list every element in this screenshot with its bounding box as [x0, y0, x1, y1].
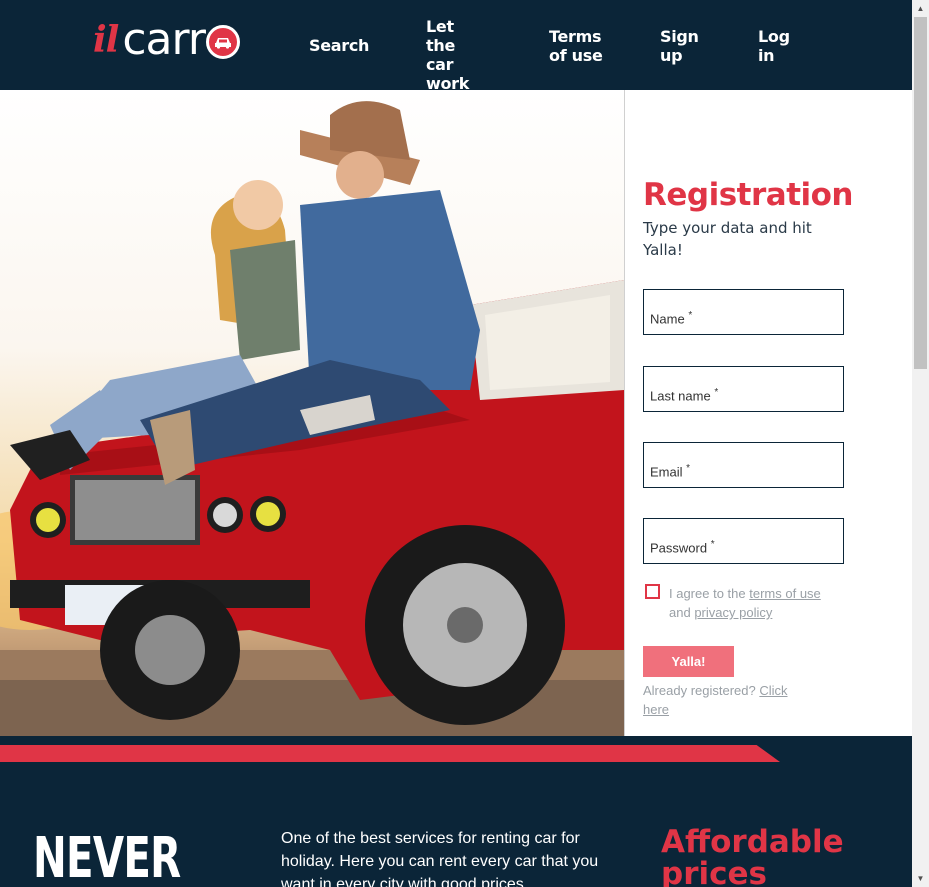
car-icon [205, 25, 240, 59]
password-field-label: Password * [650, 539, 715, 556]
scroll-up-arrow-icon[interactable]: ▲ [912, 0, 929, 17]
name-field[interactable]: Name * [643, 289, 844, 335]
already-registered-text: Already registered? Click here [643, 683, 788, 717]
email-field[interactable]: Email * [643, 442, 844, 488]
nav-let-car-work-link[interactable]: Let the car work [426, 17, 486, 93]
accent-stripe [0, 745, 780, 762]
email-field-label: Email * [650, 463, 691, 480]
about-text: One of the best services for renting car… [281, 830, 599, 887]
terms-of-use-link[interactable]: terms of use [749, 586, 821, 601]
nav-signup-link[interactable]: Sign up [660, 27, 700, 65]
logo-carr-text: carr [122, 14, 206, 65]
password-field[interactable]: Password * [643, 518, 844, 564]
nav-search-link[interactable]: Search [309, 36, 369, 55]
hero-photo [0, 90, 624, 736]
last-name-field-label: Last name * [650, 387, 719, 404]
registration-panel: Registration Type your data and hit Yall… [624, 90, 912, 736]
couple-on-red-car-illustration [0, 101, 624, 736]
affordable-prices-heading: Affordable prices [661, 824, 844, 887]
nav-login-link[interactable]: Log in [758, 27, 798, 65]
never-heading: NEVER [33, 826, 181, 887]
last-name-field[interactable]: Last name * [643, 366, 844, 412]
logo[interactable]: il carr [93, 18, 240, 62]
logo-il-text: il [93, 19, 119, 61]
agree-checkbox[interactable] [645, 584, 660, 599]
nav-terms-link[interactable]: Terms of use [549, 27, 609, 65]
agree-text: I agree to the terms of use and privacy … [669, 586, 821, 620]
page-scrollbar[interactable]: ▲ ▼ [912, 0, 929, 887]
scroll-down-arrow-icon[interactable]: ▼ [912, 870, 929, 887]
yalla-submit-button[interactable]: Yalla! [643, 646, 734, 677]
site-header: il carr Search Let the car work Terms of… [0, 0, 912, 93]
name-field-label: Name * [650, 310, 693, 327]
registration-title: Registration [643, 177, 854, 213]
privacy-policy-link[interactable]: privacy policy [694, 605, 772, 620]
registration-subtitle: Type your data and hit Yalla! [643, 219, 812, 259]
scrollbar-thumb[interactable] [914, 17, 927, 369]
